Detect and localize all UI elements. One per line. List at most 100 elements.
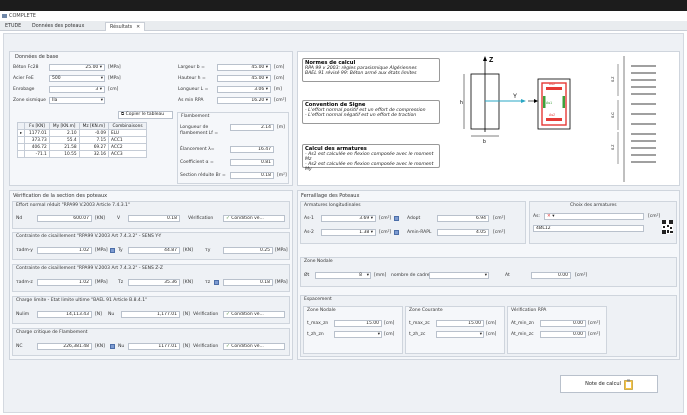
- hauteur-unit: [cm]: [274, 76, 285, 81]
- at-min-zn-value: 0.00: [540, 320, 586, 327]
- asmin-unit: [cm²]: [274, 98, 287, 103]
- group-zone-nodale: Zone Nodale Øt 8 [mm] nombre de cadre At…: [300, 257, 677, 287]
- calculator-icon[interactable]: [394, 230, 399, 235]
- table-row[interactable]: 373.73 55.4 7.15 ACC1: [16, 136, 147, 144]
- check-icon: ✓: [226, 216, 230, 221]
- note-convention: Convention de Signe - L'effort normal po…: [302, 100, 440, 124]
- nu-value: 1,177.01: [121, 311, 180, 318]
- tab-bar: ETUDE Données des poteaux Résultats ✕: [0, 21, 687, 31]
- app-icon: [2, 14, 7, 18]
- flambement-title: Flambement: [181, 114, 210, 119]
- nd-value: 600.07: [37, 215, 92, 222]
- col-fx: Fx [KN]: [24, 122, 50, 130]
- stirrup-elevation: S.Z S.C S.Z: [611, 56, 656, 182]
- col-mz: Mz [KN.m]: [78, 122, 110, 130]
- copy-table-button[interactable]: ⧉ Copier le tableau: [118, 111, 173, 119]
- flambement-group: Flambement Longueur de flambement Lf = 2…: [177, 112, 289, 184]
- tab-etude[interactable]: ETUDE: [1, 22, 25, 31]
- adopt-value: 6.94: [437, 215, 489, 222]
- column-section: Z Y h b: [460, 56, 526, 145]
- note-de-calcul-button[interactable]: Note de calcul: [560, 375, 658, 393]
- longueur-input[interactable]: 3.06 ▾: [217, 86, 271, 93]
- group-cisaillement-y: Contrainte de cisaillement "RPA99 V.2003…: [12, 232, 290, 260]
- beton-input[interactable]: 25.00 ▾: [49, 64, 105, 71]
- section-diagram: Z Y h b As2 As2 As1 S.Z S.C S.Z: [460, 56, 656, 182]
- table-row[interactable]: -71.1 10.55 32.16 ACC3: [16, 150, 147, 158]
- table-row[interactable]: ▸ 1177.01 2.10 -0.09 ELU: [16, 129, 147, 137]
- nombre-cadre-dropdown[interactable]: [429, 272, 489, 279]
- choix-as-input[interactable]: ✕ ▾: [544, 213, 644, 220]
- phi-t-dropdown[interactable]: 8: [315, 272, 371, 279]
- charge-limite-status: ✓ Condition vé...: [223, 311, 285, 318]
- zone-dropdown[interactable]: IIa: [49, 97, 105, 104]
- group-choix-armatures: Choix des armatures As: ✕ ▾ [cm²] 4ØL12: [529, 201, 677, 244]
- asmin-input: 16.20 ▾: [217, 97, 271, 104]
- group-zc: Zone Courante t_max_zc 15.00 [cm] t_zh_z…: [405, 306, 505, 354]
- group-charge-limite: Charge limite - Etat limite ultime "BAEL…: [12, 296, 290, 324]
- acier-unit: [MPa]: [108, 76, 121, 81]
- group-charge-critique: Charge critique de Flambement NC 226,381…: [12, 328, 290, 356]
- section-unit: [m²]: [277, 173, 287, 178]
- group-effort-normal: Effort normal réduit "RPA99 V.2003 Artic…: [12, 201, 290, 229]
- t-zh-zc-dropdown[interactable]: [436, 331, 484, 338]
- app-name: COMPLETE: [2, 12, 36, 20]
- base-data-panel: Données de base Béton Fc28 25.00 ▾ [MPa]…: [9, 51, 293, 186]
- hauteur-input[interactable]: 45.00 ▾: [217, 75, 271, 82]
- notes-panel: Normes de calcul RPA 99 v 2003: règles p…: [297, 51, 680, 186]
- axis-z-label: Z: [489, 57, 494, 64]
- amin-value: 4.05: [437, 229, 489, 236]
- dim-b-label: b: [483, 139, 486, 145]
- longueur-unit: [m]: [274, 87, 282, 92]
- effort-status: ✓ Condition vé...: [223, 215, 285, 222]
- close-icon[interactable]: ✕: [136, 25, 140, 30]
- enrobage-unit: [cm]: [108, 87, 119, 92]
- col-my: My [KN.m]: [48, 122, 80, 130]
- coef-label: Coefficient α =: [180, 160, 214, 165]
- enrobage-input[interactable]: 3 ▾: [49, 86, 105, 93]
- acier-dropdown[interactable]: 500: [49, 75, 105, 82]
- tab-donnees-poteaux[interactable]: Données des poteaux: [28, 22, 88, 31]
- calculator-icon[interactable]: [394, 216, 399, 221]
- tau-adm-y-value: 1.02: [37, 247, 92, 254]
- choix-value: 4ØL12: [533, 225, 644, 232]
- calculator-icon[interactable]: [110, 344, 115, 349]
- acier-label: Acier FeE: [13, 76, 34, 81]
- tab-resultats[interactable]: Résultats ✕: [105, 22, 146, 31]
- elancement-label: Élancement λ=: [180, 147, 215, 152]
- as1-input[interactable]: 3.69 ▾: [321, 215, 376, 222]
- base-title: Données de base: [15, 54, 59, 60]
- section-value: 0.18: [230, 172, 274, 179]
- t-zh-zn-dropdown[interactable]: [334, 331, 382, 338]
- table-row[interactable]: 406.72 21.58 69.27 ACC2: [16, 143, 147, 151]
- longueur-label: Longueur L =: [178, 87, 209, 92]
- check-icon: ✓: [226, 312, 230, 317]
- charge-critique-status: ✓ Condition vé...: [223, 343, 285, 350]
- t-max-zn-value: 15.00: [334, 320, 382, 327]
- largeur-input[interactable]: 45.00 ▾: [217, 64, 271, 71]
- group-zn: Zone Nodale t_max_zn 15.00 [cm] t_zh_zn …: [303, 306, 403, 354]
- v-value: 0.18: [128, 215, 180, 222]
- error-icon: ✕: [547, 214, 551, 219]
- lf-value: 2.14: [230, 124, 274, 131]
- nulim-value: 14,113.43: [37, 311, 92, 318]
- check-icon: ✓: [226, 344, 230, 349]
- verification-title: Vérification de la section des poteaux: [13, 193, 108, 199]
- as1-label: As1: [546, 101, 552, 105]
- lf-unit: [m]: [277, 125, 285, 130]
- note-armatures: Calcul des armatures - As1 est calculée …: [302, 144, 440, 172]
- copy-icon: ⧉: [121, 112, 125, 117]
- as2-input[interactable]: 1.38 ▾: [321, 229, 376, 236]
- enrobage-label: Enrobage: [13, 87, 35, 92]
- group-verif-rpa: Vérification RPA At_min_zn 0.00 [cm²] At…: [507, 306, 607, 354]
- calculator-icon[interactable]: [214, 280, 219, 285]
- results-view: Données de base Béton Fc28 25.00 ▾ [MPa]…: [3, 33, 684, 413]
- at-min-zc-value: 0.00: [540, 331, 586, 338]
- group-cisaillement-z: Contrainte de cisaillement "RPA99 V.2003…: [12, 264, 290, 292]
- qr-code-icon: [662, 220, 673, 234]
- as2-label-top: As2: [549, 82, 555, 86]
- lf-label: Longueur de flambement Lf =: [180, 125, 219, 136]
- calculator-icon[interactable]: [110, 248, 115, 253]
- t-max-zc-value: 15.00: [436, 320, 484, 327]
- section-label: Section réduite Br =: [180, 173, 226, 178]
- dim-sz-top: S.Z: [611, 76, 615, 82]
